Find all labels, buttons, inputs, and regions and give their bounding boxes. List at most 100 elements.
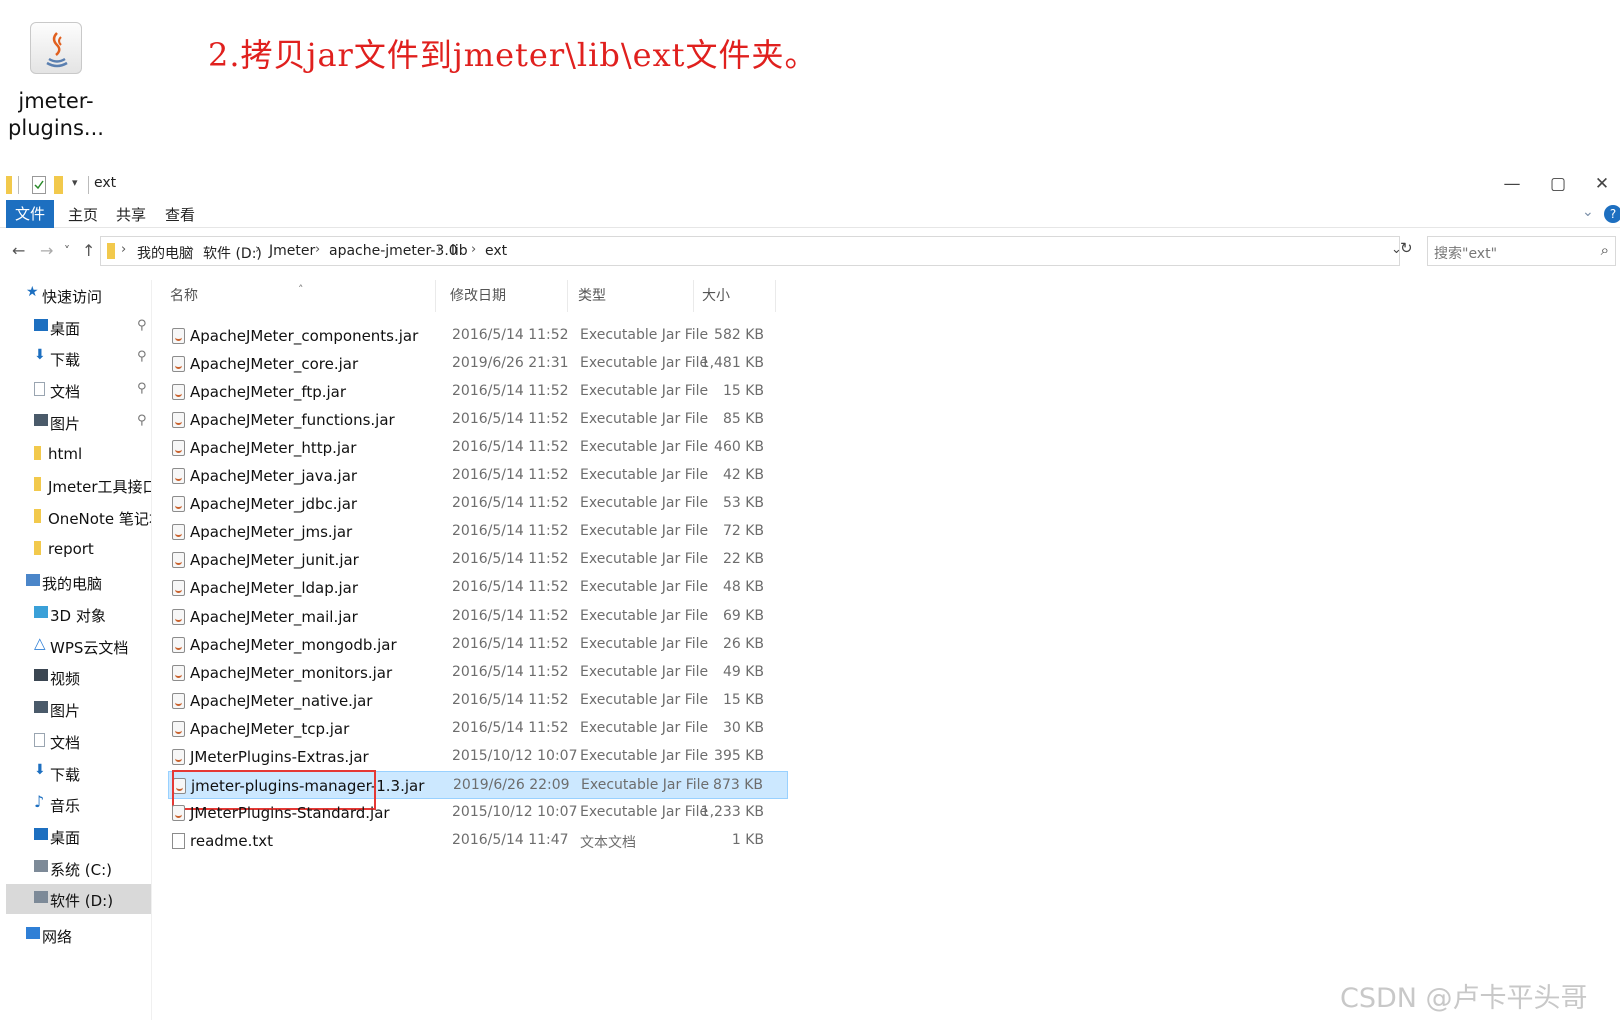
file-row[interactable]: readme.txt 2016/5/14 11:47 文本文档 1 KB [168,827,788,855]
file-row[interactable]: ApacheJMeter_monitors.jar 2016/5/14 11:52… [168,659,788,687]
file-row[interactable]: ApacheJMeter_ldap.jar 2016/5/14 11:52 Exec… [168,574,788,602]
file-row[interactable]: JMeterPlugins-Extras.jar 2015/10/12 10:07… [168,743,788,771]
folder-icon [107,243,115,259]
jar-file-icon [172,664,185,681]
sidebar-item[interactable]: ⬇ 下载 [6,758,151,788]
file-type: Executable Jar File [580,663,709,680]
file-date: 2016/5/14 11:52 [452,663,569,680]
file-row[interactable]: ApacheJMeter_core.jar 2019/6/26 21:31 Exec… [168,350,788,378]
tab-share[interactable]: 共享 [116,204,146,225]
file-row[interactable]: jmeter-plugins-manager-1.3.jar 2019/6/26 … [168,769,788,810]
sidebar-item[interactable]: 图片 [6,694,151,724]
column-date[interactable]: 修改日期 [448,280,568,312]
file-row[interactable]: ApacheJMeter_http.jar 2016/5/14 11:52 Exec… [168,434,788,462]
quick-access-dropdown-icon[interactable]: ▾ [72,176,78,194]
sidebar-item[interactable]: 文档 [6,726,151,756]
close-button[interactable]: ✕ [1584,172,1620,196]
file-size: 15 KB [722,691,764,708]
file-row[interactable]: ApacheJMeter_jms.jar 2016/5/14 11:52 Execu… [168,518,788,546]
sidebar-item[interactable]: 3D 对象 [6,599,151,629]
drive-icon [34,891,48,904]
sidebar-item[interactable]: report [6,534,151,564]
sidebar-item[interactable]: 文档 ⚲ [6,375,151,405]
network-icon [26,927,40,939]
download-icon: ⬇ [34,761,46,778]
recent-locations-button[interactable]: ˅ [64,244,70,258]
search-box[interactable]: 搜索"ext" ⌕ [1427,236,1616,266]
sidebar-item[interactable]: 系统 (C:) [6,853,151,883]
file-row[interactable]: ApacheJMeter_java.jar 2016/5/14 11:52 Exec… [168,462,788,490]
file-row[interactable]: JMeterPlugins-Standard.jar 2015/10/12 10:… [168,799,788,827]
breadcrumb-my-computer[interactable]: 我的电脑 [137,243,193,263]
back-button[interactable]: ← [12,241,25,260]
3d-objects-icon [34,606,48,618]
java-jar-icon[interactable] [30,22,82,74]
sidebar-item-label: 3D 对象 [50,607,106,625]
tab-file[interactable]: 文件 [6,200,54,228]
address-bar[interactable]: › 我的电脑 › 软件 (D:) › Jmeter › apache-jmete… [100,236,1402,266]
file-row[interactable]: ApacheJMeter_native.jar 2016/5/14 11:52 Ex… [168,687,788,715]
breadcrumb-drive-d[interactable]: 软件 (D:) [203,243,262,263]
sidebar-item[interactable]: 网络 [6,920,151,950]
file-name: JMeterPlugins-Standard.jar [190,803,390,822]
sidebar-item[interactable]: △ WPS云文档 [6,631,151,661]
folder-icon [6,176,12,194]
sidebar-item[interactable]: 我的电脑 [6,567,151,597]
column-name[interactable]: 名称 ˄ [168,280,436,312]
up-button[interactable]: ↑ [82,241,95,260]
expand-ribbon-icon[interactable]: ⌄ [1582,204,1594,220]
refresh-icon[interactable]: ↻ [1400,239,1413,257]
file-size: 49 KB [722,663,764,680]
sidebar-item[interactable]: 软件 (D:) [6,884,151,915]
new-folder-icon[interactable] [54,176,63,194]
breadcrumb-ext[interactable]: ext [485,243,507,259]
file-row[interactable]: ApacheJMeter_components.jar 2016/5/14 11:… [168,322,788,350]
file-date: 2016/5/14 11:52 [452,383,569,400]
sidebar-item[interactable]: ★ 快速访问 [6,280,151,310]
file-date: 2019/6/26 22:09 [453,776,570,793]
sidebar-item[interactable]: OneNote 笔记本 [6,502,151,532]
jar-file-icon [172,552,185,569]
search-icon[interactable]: ⌕ [1601,241,1609,259]
file-row[interactable]: ApacheJMeter_mongodb.jar 2016/5/14 11:52 E… [168,631,788,659]
help-icon[interactable]: ? [1604,205,1620,223]
file-row[interactable]: ApacheJMeter_tcp.jar 2016/5/14 11:52 Execu… [168,715,788,743]
sidebar-item[interactable]: 视频 [6,662,151,692]
pin-icon[interactable]: ⚲ [137,318,147,333]
file-row[interactable]: ApacheJMeter_functions.jar 2016/5/14 11:5… [168,406,788,434]
separator [88,176,89,194]
sidebar-item-label: 我的电脑 [42,575,103,594]
sidebar-item-label: 网络 [42,928,73,946]
file-row[interactable]: ApacheJMeter_ftp.jar 2016/5/14 11:52 Execu… [168,378,788,406]
file-row[interactable]: ApacheJMeter_mail.jar 2016/5/14 11:52 Exec… [168,603,788,631]
file-row[interactable]: ApacheJMeter_junit.jar 2016/5/14 11:52 Exe… [168,546,788,574]
sidebar-item[interactable]: ♪ 音乐 [6,789,151,819]
sidebar-item[interactable]: ⬇ 下载 ⚲ [6,343,151,373]
sidebar-item[interactable]: 桌面 [6,821,151,851]
minimize-button[interactable]: — [1494,172,1530,196]
file-type: Executable Jar File [580,691,709,708]
column-size[interactable]: 大小 [700,280,776,312]
file-size: 42 KB [722,467,764,484]
tab-home[interactable]: 主页 [68,204,98,225]
sidebar-item[interactable]: html [6,439,151,469]
sidebar-item[interactable]: 图片 ⚲ [6,407,151,437]
file-date: 2016/5/14 11:52 [452,551,569,568]
forward-button[interactable]: → [40,241,53,260]
pin-icon[interactable]: ⚲ [137,413,147,428]
computer-icon [26,574,40,587]
pin-icon[interactable]: ⚲ [137,349,147,364]
breadcrumb-jmeter[interactable]: Jmeter [269,243,315,259]
sidebar-item[interactable]: Jmeter工具接口测 [6,470,151,500]
pin-icon[interactable]: ⚲ [137,381,147,396]
folder-icon [34,477,41,492]
column-type[interactable]: 类型 [576,280,694,312]
file-date: 2015/10/12 10:07 [452,747,578,764]
sidebar-item[interactable]: 桌面 ⚲ [6,312,151,342]
tab-view[interactable]: 查看 [165,204,195,225]
column-date-label: 修改日期 [450,288,506,304]
file-row[interactable]: ApacheJMeter_jdbc.jar 2016/5/14 11:52 Exec… [168,490,788,518]
properties-icon[interactable] [32,176,46,194]
breadcrumb-lib[interactable]: lib [451,243,468,259]
maximize-button[interactable]: ▢ [1540,172,1576,196]
